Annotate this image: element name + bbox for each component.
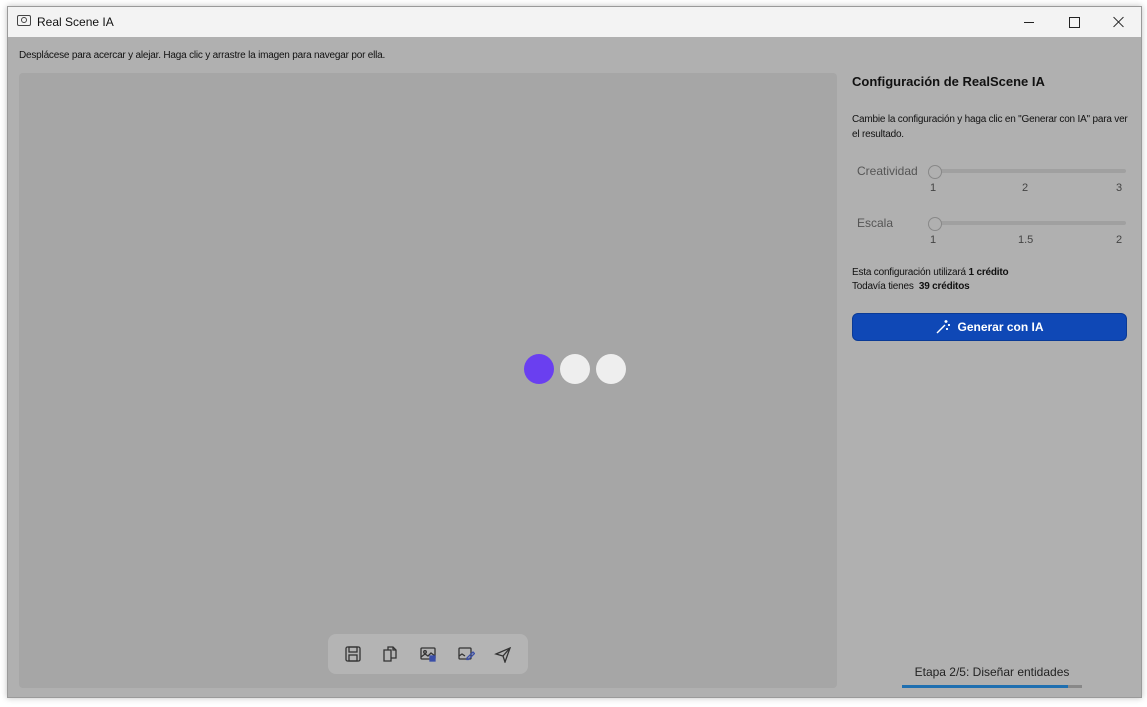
loading-dot — [596, 354, 626, 384]
minimize-button[interactable] — [1006, 7, 1052, 37]
scale-slider-track[interactable] — [935, 221, 1126, 225]
viewer-hint: Desplácese para acercar y alejar. Haga c… — [19, 50, 386, 61]
maximize-icon — [1068, 16, 1080, 28]
credits-remaining-label: Todavía tienes — [852, 281, 914, 292]
creativity-slider-thumb[interactable] — [928, 165, 942, 179]
panel-title: Configuración de RealScene IA — [852, 74, 1045, 89]
export-image-button[interactable] — [415, 641, 441, 667]
credits-usage-label: Esta configuración utilizará — [852, 267, 966, 278]
stage-label: Etapa 2/5: Diseñar entidades — [914, 665, 1070, 679]
creativity-tick: 2 — [1022, 182, 1029, 194]
window-title: Real Scene IA — [37, 15, 114, 29]
credits-usage: Esta configuración utilizará 1 crédito — [852, 267, 1009, 278]
credits-remaining: Todavía tienes 39 créditos — [852, 281, 970, 292]
edit-image-icon — [457, 647, 475, 661]
creativity-slider-track[interactable] — [935, 169, 1126, 173]
creativity-label: Creatividad — [857, 164, 918, 178]
image-export-icon — [420, 647, 436, 662]
credits-remaining-value: 39 créditos — [918, 281, 970, 292]
magic-wand-icon — [936, 320, 951, 334]
stage-progress-bar — [902, 685, 1082, 688]
scale-tick: 1 — [930, 234, 937, 246]
close-icon — [1113, 16, 1125, 28]
loading-dot — [560, 354, 590, 384]
loading-dot — [524, 354, 554, 384]
copy-icon — [383, 646, 398, 662]
stage-progress-fill — [902, 685, 1068, 688]
maximize-button[interactable] — [1051, 7, 1097, 37]
image-viewer[interactable] — [19, 73, 837, 688]
minimize-icon — [1024, 21, 1034, 23]
send-button[interactable] — [490, 641, 516, 667]
scale-tick: 2 — [1116, 234, 1123, 246]
creativity-tick: 1 — [930, 182, 937, 194]
image-toolbar — [328, 634, 528, 674]
scale-label: Escala — [857, 216, 894, 230]
credits-usage-value: 1 crédito — [968, 267, 1009, 278]
creativity-tick: 3 — [1116, 182, 1123, 194]
save-button[interactable] — [340, 641, 366, 667]
title-bar: Real Scene IA — [8, 7, 1141, 37]
generate-button-label: Generar con IA — [957, 320, 1044, 334]
edit-image-button[interactable] — [453, 641, 479, 667]
copy-button[interactable] — [377, 641, 403, 667]
panel-description: Cambie la configuración y haga clic en "… — [852, 114, 1128, 140]
scale-slider-thumb[interactable] — [928, 217, 942, 231]
camera-icon — [17, 15, 31, 26]
generate-with-ai-button[interactable]: Generar con IA — [852, 313, 1127, 341]
app-window: Real Scene IA Desplácese para acercar y … — [7, 6, 1142, 698]
save-icon — [345, 646, 361, 662]
scale-tick: 1.5 — [1018, 234, 1034, 246]
send-icon — [494, 646, 512, 663]
close-button[interactable] — [1096, 7, 1141, 37]
